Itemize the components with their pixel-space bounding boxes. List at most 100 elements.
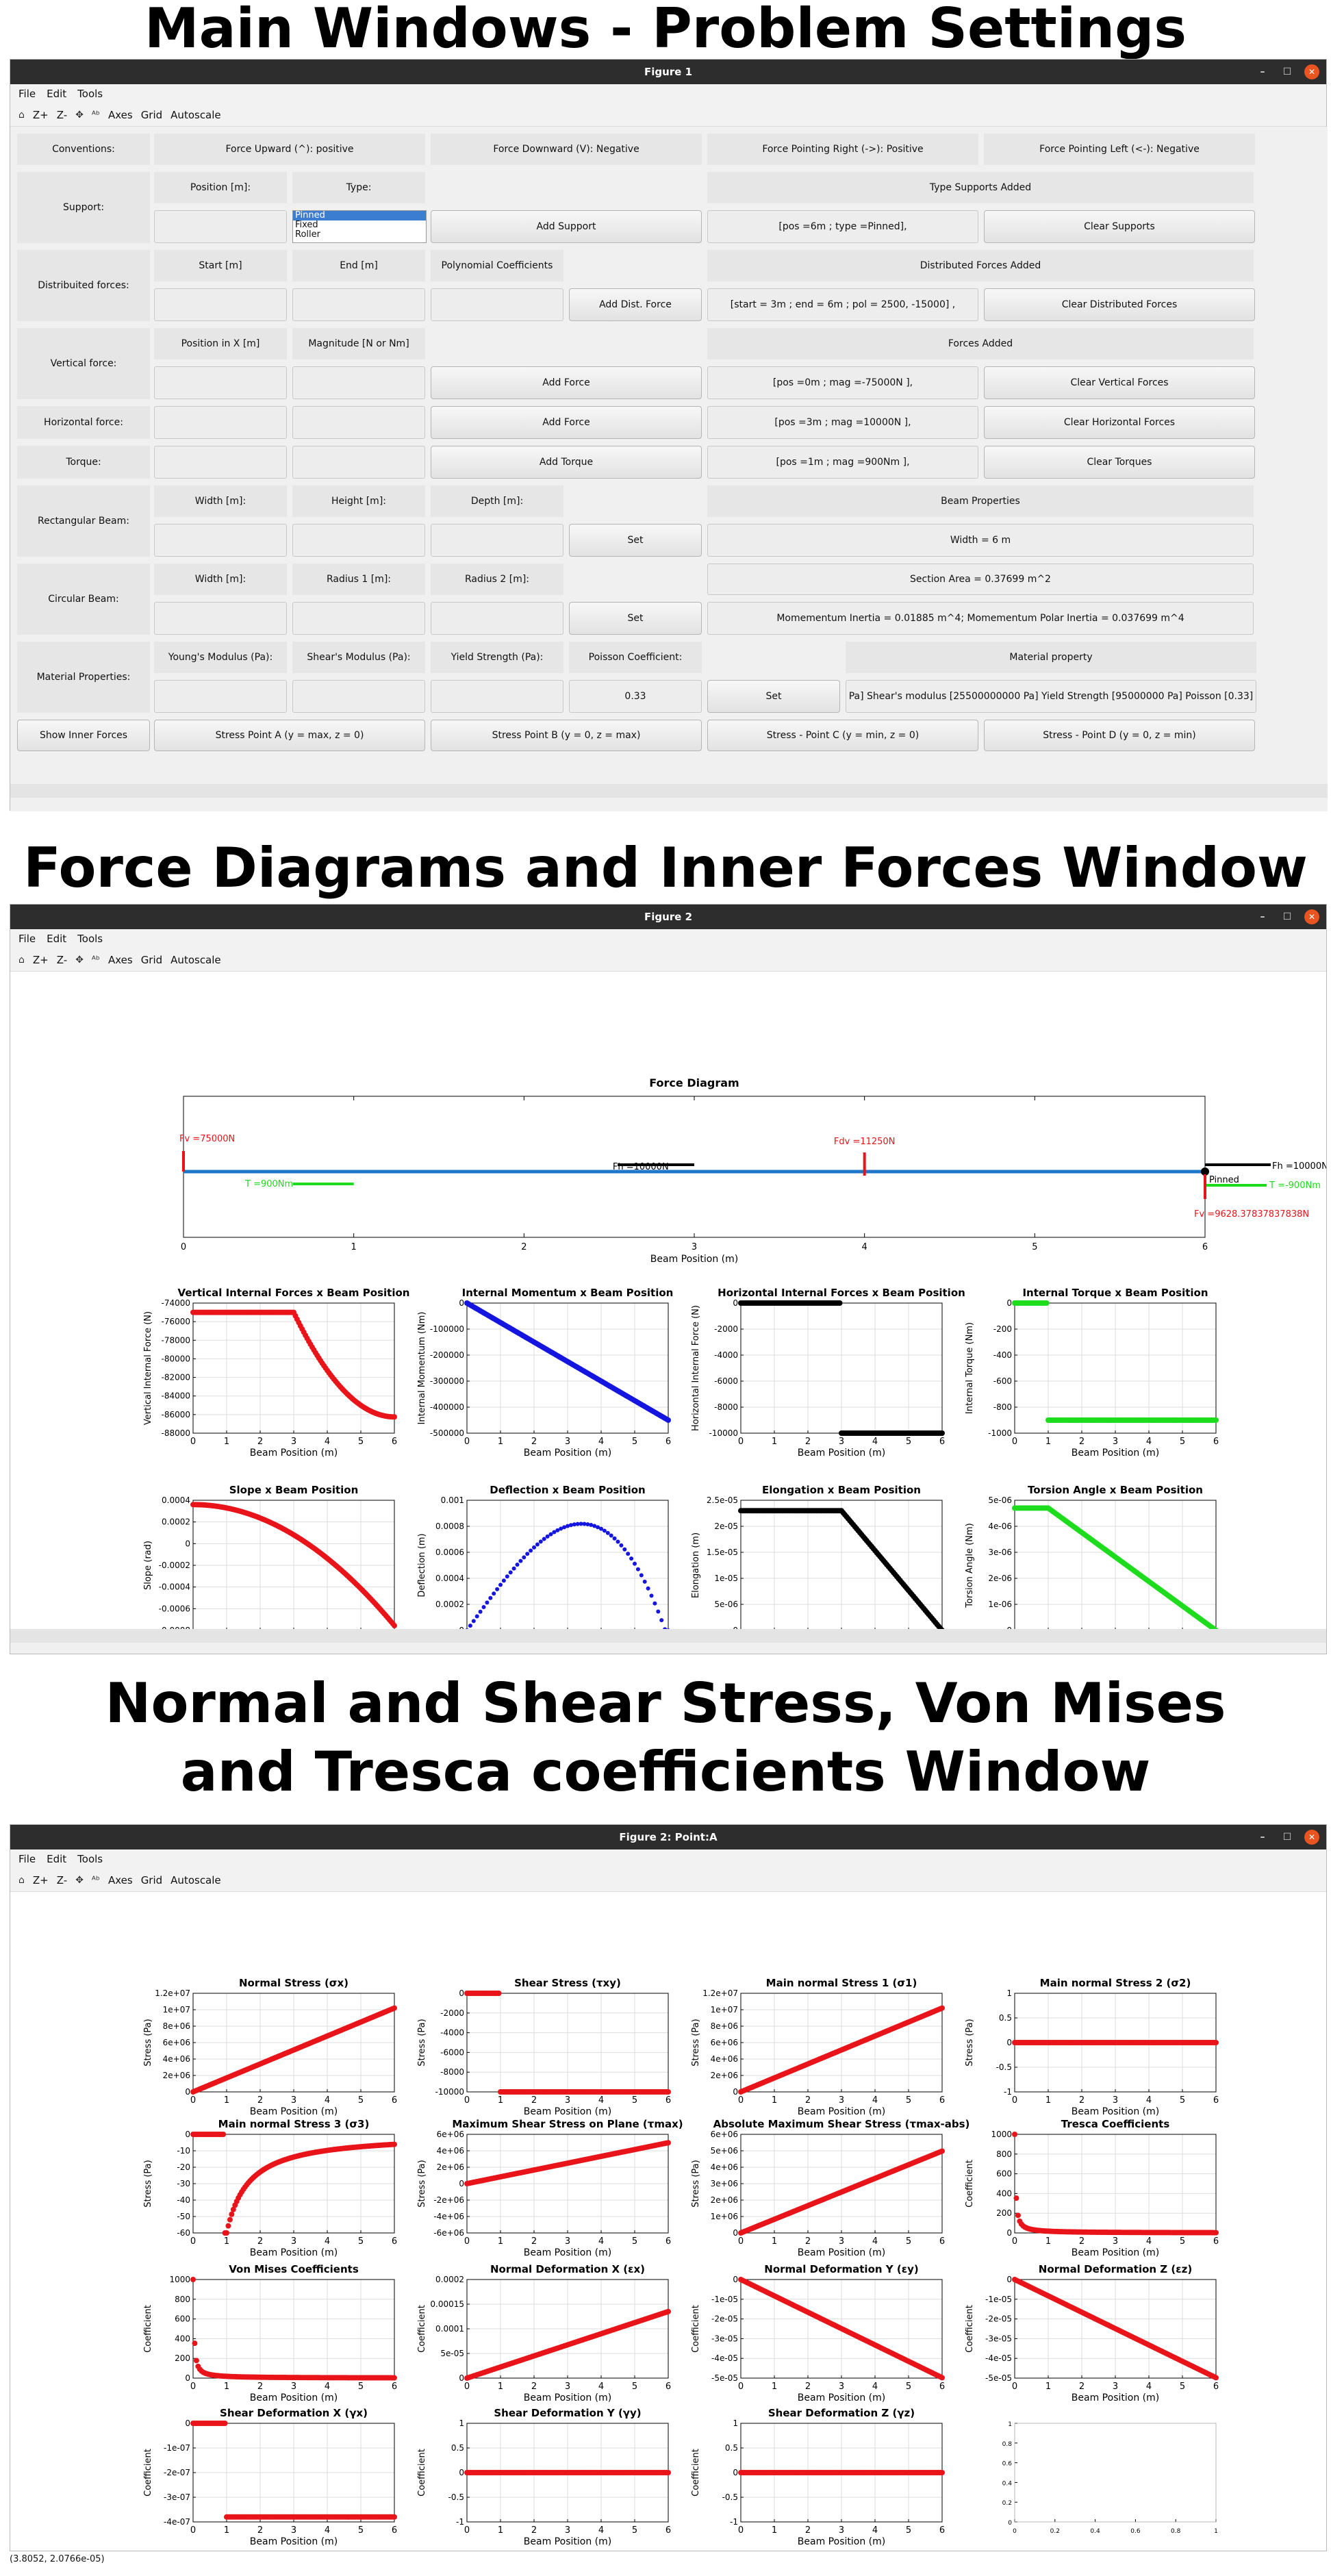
dist-end-input[interactable]: [292, 288, 425, 321]
close-icon[interactable]: ✕: [1304, 1830, 1319, 1845]
zoom-in-button[interactable]: Z+: [33, 109, 49, 121]
chart-s6[interactable]: Maximum Shear Stress on Plane (τmax) 0 1 2 3…: [417, 2118, 683, 2258]
chart-c1[interactable]: Vertical Internal Forces x Beam Position…: [143, 1287, 409, 1459]
move-icon[interactable]: ✥: [75, 1875, 84, 1886]
menu-file[interactable]: File: [18, 88, 36, 100]
clear-supports-button[interactable]: Clear Supports: [984, 210, 1255, 243]
move-icon[interactable]: ✥: [75, 955, 84, 965]
torque-magnitude-input[interactable]: [292, 446, 425, 479]
rect-set-button[interactable]: Set: [569, 524, 702, 557]
show-inner-forces-button[interactable]: Show Inner Forces: [17, 720, 150, 751]
menu-edit[interactable]: Edit: [47, 1853, 66, 1865]
grid-button[interactable]: Grid: [141, 1874, 162, 1886]
chart-c8[interactable]: Torsion Angle x Beam Position01234565e-0…: [965, 1484, 1219, 1656]
figure3-canvas[interactable]: Normal Stress (σx) 0 1 2 3 4 5 6 1.2e+07 1e+07 8e+…: [10, 1892, 1326, 2551]
support-type-list[interactable]: Pinned Fixed Roller: [292, 210, 427, 243]
grid-button[interactable]: Grid: [141, 109, 162, 121]
text-icon[interactable]: ᴬᵇ: [92, 110, 100, 121]
support-position-input[interactable]: [154, 210, 287, 243]
autoscale-button[interactable]: Autoscale: [170, 109, 220, 121]
dist-poly-input[interactable]: [431, 288, 563, 321]
home-icon[interactable]: ⌂: [18, 110, 25, 121]
vert-magnitude-input[interactable]: [292, 366, 425, 399]
chart-c5[interactable]: Slope x Beam Position01234560.00040.0002…: [143, 1484, 397, 1656]
poisson-input[interactable]: 0.33: [569, 680, 702, 713]
zoom-out-button[interactable]: Z-: [57, 109, 67, 121]
menu-file[interactable]: File: [18, 1853, 36, 1865]
stress-point-c-button[interactable]: Stress - Point C (y = min, z = 0): [707, 720, 978, 751]
chart-s2[interactable]: Shear Stress (τxy) 0 1 2 3 4 5 6 0 -2000 -4000 -600…: [417, 1977, 671, 2117]
chart-s11[interactable]: Normal Deformation Y (εy) 0 1 2 3 4 5 6 0 -1e-05 -…: [691, 2263, 945, 2403]
axes-button[interactable]: Axes: [108, 954, 133, 966]
home-icon[interactable]: ⌂: [18, 955, 25, 965]
move-icon[interactable]: ✥: [75, 110, 84, 121]
axes-button[interactable]: Axes: [108, 109, 133, 121]
menu-tools[interactable]: Tools: [77, 933, 103, 945]
chart-c2[interactable]: Internal Momentum x Beam Position0 1 2 3 4 5 6…: [417, 1287, 673, 1459]
close-icon[interactable]: ✕: [1304, 64, 1319, 79]
minimize-icon[interactable]: –: [1255, 909, 1270, 924]
menu-tools[interactable]: Tools: [77, 88, 103, 100]
yield-input[interactable]: [431, 680, 563, 713]
minimize-icon[interactable]: –: [1255, 1830, 1270, 1845]
circ-width-input[interactable]: [154, 602, 287, 635]
clear-torques-button[interactable]: Clear Torques: [984, 446, 1255, 479]
chart-s4[interactable]: Main normal Stress 2 (σ2) 0 1 2 3 4 5 6 1 0.5 0 -0.…: [965, 1977, 1219, 2117]
zoom-in-button[interactable]: Z+: [33, 1874, 49, 1886]
zoom-in-button[interactable]: Z+: [33, 954, 49, 966]
young-input[interactable]: [154, 680, 287, 713]
chart-s3[interactable]: Main normal Stress 1 (σ1) 0 1 2 3 4 5 6 1.2e+07 1…: [691, 1977, 945, 2117]
autoscale-button[interactable]: Autoscale: [170, 1874, 220, 1886]
force-diagram[interactable]: Force Diagram 0 1 2 3 4 5 6 Beam Position (m) Fv …: [179, 1076, 1328, 1265]
support-type-option[interactable]: Fixed: [293, 220, 426, 230]
maximize-icon[interactable]: ☐: [1280, 909, 1295, 924]
chart-s10[interactable]: Normal Deformation X (εx) 0 1 2 3 4 5 6 0.0002 0.…: [417, 2263, 671, 2403]
chart-c6[interactable]: Deflection x Beam Position01234560.0010.…: [417, 1484, 671, 1656]
chart-s12[interactable]: Normal Deformation Z (εz) 0 1 2 3 4 5 6 0 -1e-05 -…: [965, 2263, 1219, 2403]
grid-button[interactable]: Grid: [141, 954, 162, 966]
clear-horizontal-forces-button[interactable]: Clear Horizontal Forces: [984, 406, 1255, 439]
chart-c3[interactable]: Horizontal Internal Forces x Beam Positi…: [691, 1287, 965, 1459]
add-horizontal-force-button[interactable]: Add Force: [431, 406, 702, 439]
add-vertical-force-button[interactable]: Add Force: [431, 366, 702, 399]
zoom-out-button[interactable]: Z-: [57, 954, 67, 966]
maximize-icon[interactable]: ☐: [1280, 1830, 1295, 1845]
vert-position-input[interactable]: [154, 366, 287, 399]
chart-s13[interactable]: Shear Deformation X (γx) 0 1 2 3 4 5 6 0 -1e-07 -2…: [143, 2407, 397, 2547]
horiz-position-input[interactable]: [154, 406, 287, 439]
add-torque-button[interactable]: Add Torque: [431, 446, 702, 479]
shear-modulus-input[interactable]: [292, 680, 425, 713]
add-support-button[interactable]: Add Support: [431, 210, 702, 243]
stress-point-b-button[interactable]: Stress Point B (y = 0, z = max): [431, 720, 702, 751]
stress-point-d-button[interactable]: Stress - Point D (y = 0, z = min): [984, 720, 1255, 751]
circ-r1-input[interactable]: [292, 602, 425, 635]
chart-s7[interactable]: Absolute Maximum Shear Stress (τmax-abs)…: [691, 2118, 969, 2258]
menu-tools[interactable]: Tools: [77, 1853, 103, 1865]
rect-width-input[interactable]: [154, 524, 287, 557]
figure2-canvas[interactable]: Force Diagram 0 1 2 3 4 5 6 Beam Position (m) Fv …: [10, 972, 1328, 1656]
material-set-button[interactable]: Set: [707, 680, 840, 713]
minimize-icon[interactable]: –: [1255, 64, 1270, 79]
dist-start-input[interactable]: [154, 288, 287, 321]
axes-button[interactable]: Axes: [108, 1874, 133, 1886]
rect-depth-input[interactable]: [431, 524, 563, 557]
maximize-icon[interactable]: ☐: [1280, 64, 1295, 79]
circ-set-button[interactable]: Set: [569, 602, 702, 635]
chart-s16[interactable]: 0 0.2 0.4 0.6 0.8 1 1 0.8 0.6 0.4 0.2 0: [1002, 2421, 1218, 2535]
add-dist-force-button[interactable]: Add Dist. Force: [569, 288, 702, 321]
home-icon[interactable]: ⌂: [18, 1875, 25, 1886]
torque-position-input[interactable]: [154, 446, 287, 479]
menu-edit[interactable]: Edit: [47, 933, 66, 945]
stress-point-a-button[interactable]: Stress Point A (y = max, z = 0): [154, 720, 425, 751]
support-type-option[interactable]: Roller: [293, 230, 426, 240]
support-type-option[interactable]: Pinned: [293, 211, 426, 220]
chart-s5[interactable]: Main normal Stress 3 (σ3) 0 1 2 3 4 5 6 0 -10 -20 -…: [143, 2118, 397, 2258]
close-icon[interactable]: ✕: [1304, 909, 1319, 924]
chart-s14[interactable]: Shear Deformation Y (γy) 0 1 2 3 4 5 6 1 0.5 0 -0.5…: [417, 2407, 671, 2547]
autoscale-button[interactable]: Autoscale: [170, 954, 220, 966]
rect-height-input[interactable]: [292, 524, 425, 557]
horiz-magnitude-input[interactable]: [292, 406, 425, 439]
menu-edit[interactable]: Edit: [47, 88, 66, 100]
chart-s8[interactable]: Tresca Coefficients 0 1 2 3 4 5 6 1000 800 600 400 2…: [965, 2118, 1219, 2258]
zoom-out-button[interactable]: Z-: [57, 1874, 67, 1886]
